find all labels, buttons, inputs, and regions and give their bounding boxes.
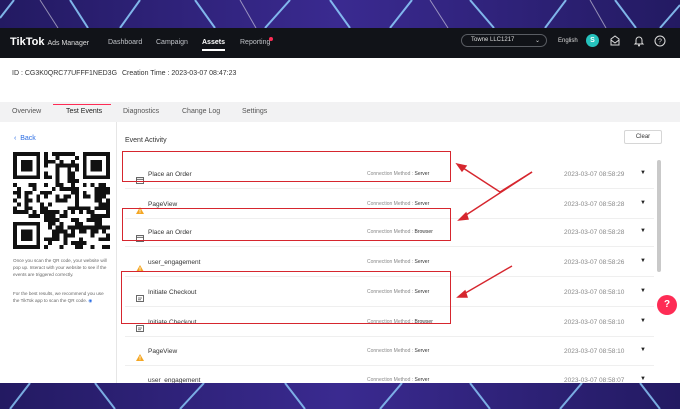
nav-assets[interactable]: Assets	[202, 39, 225, 51]
avatar[interactable]: S	[586, 34, 599, 47]
floating-help-button[interactable]: ?	[657, 295, 677, 315]
expand-caret-icon[interactable]: ▼	[640, 318, 646, 324]
connection-method: Connection Method : Server	[367, 201, 430, 207]
event-name: PageView	[148, 201, 178, 208]
event-time: 2023-03-07 08:58:26	[564, 259, 625, 266]
event-time: 2023-03-07 08:58:10	[564, 289, 625, 296]
event-time: 2023-03-07 08:58:10	[564, 348, 625, 355]
decorative-banner-top	[0, 0, 680, 28]
expand-caret-icon[interactable]: ▼	[640, 200, 646, 206]
expand-caret-icon[interactable]: ▼	[640, 228, 646, 234]
tab-settings[interactable]: Settings	[242, 108, 267, 115]
nav-dashboard[interactable]: Dashboard	[108, 39, 142, 46]
top-navigation-bar: TikTok Ads Manager Dashboard Campaign Ass…	[0, 28, 680, 58]
event-time: 2023-03-07 08:58:10	[564, 319, 625, 326]
event-time: 2023-03-07 08:58:29	[564, 171, 625, 178]
connection-method: Connection Method : Server	[367, 348, 430, 354]
active-tab-indicator	[53, 104, 111, 105]
expand-caret-icon[interactable]: ▼	[640, 288, 646, 294]
qr-instructions: Once you scan the QR code, your website …	[13, 258, 107, 277]
event-row[interactable]: user_engagement Connection Method : Serve…	[125, 368, 654, 383]
connection-method: Connection Method : Server	[367, 259, 430, 265]
reporting-notification-dot	[269, 37, 273, 41]
expand-caret-icon[interactable]: ▼	[640, 258, 646, 264]
account-selector[interactable]: Towne LLC1217 ⌄	[461, 34, 547, 47]
svg-text:?: ?	[658, 39, 662, 46]
event-activity-title: Event Activity	[125, 137, 167, 144]
event-name: user_engagement	[148, 259, 201, 266]
tiktok-logo[interactable]: TikTok Ads Manager	[10, 36, 89, 48]
annotation-box	[121, 271, 451, 324]
tab-test-events[interactable]: Test Events	[66, 108, 102, 115]
qr-panel: ‹ Back Once you scan the QR code, your w…	[0, 122, 117, 383]
pixel-info-bar: ID : CG3K0QRC77UFFF1NED3G Creation Time …	[0, 58, 680, 102]
pixel-id: ID : CG3K0QRC77UFFF1NED3G	[12, 70, 118, 77]
message-center-icon[interactable]	[609, 35, 621, 47]
expand-caret-icon[interactable]: ▼	[640, 376, 646, 382]
tab-bar: Overview Test Events Diagnostics Change …	[0, 104, 680, 122]
event-time: 2023-03-07 08:58:28	[564, 229, 625, 236]
account-name: Towne LLC1217	[471, 37, 515, 43]
language-selector[interactable]: English	[558, 38, 578, 44]
event-time: 2023-03-07 08:58:28	[564, 201, 625, 208]
qr-code-image	[13, 152, 110, 249]
expand-caret-icon[interactable]: ▼	[640, 347, 646, 353]
event-row[interactable]: PageView Connection Method : Server 2023-0…	[125, 339, 654, 366]
chevron-down-icon: ⌄	[534, 38, 540, 44]
pixel-creation-time: Creation Time : 2023-03-07 08:47:23	[122, 70, 237, 77]
bell-icon[interactable]	[633, 35, 645, 47]
tab-overview[interactable]: Overview	[12, 108, 41, 115]
tab-diagnostics[interactable]: Diagnostics	[123, 108, 159, 115]
expand-caret-icon[interactable]: ▼	[640, 170, 646, 176]
eye-icon: ◉	[88, 298, 93, 303]
event-name: PageView	[148, 348, 178, 355]
clear-button[interactable]: Clear	[624, 130, 662, 144]
nav-reporting[interactable]: Reporting	[240, 39, 270, 46]
qr-recommendation: For the best results, we recommend you u…	[13, 291, 104, 303]
annotation-box	[122, 208, 451, 241]
decorative-banner-bottom	[0, 383, 680, 409]
back-link[interactable]: ‹ Back	[14, 135, 36, 142]
tab-change-log[interactable]: Change Log	[182, 108, 220, 115]
warning-icon	[136, 348, 144, 366]
help-icon[interactable]: ?	[654, 35, 666, 47]
nav-campaign[interactable]: Campaign	[156, 39, 188, 46]
annotation-box	[122, 151, 451, 182]
scrollbar[interactable]	[657, 160, 661, 272]
